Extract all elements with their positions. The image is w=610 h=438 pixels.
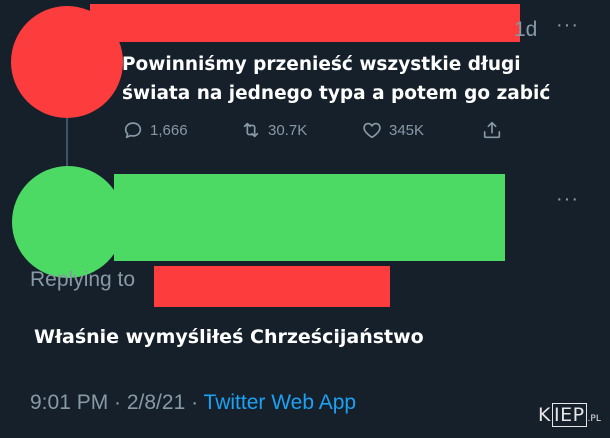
retweet-icon <box>243 122 259 138</box>
watermark-logo: K IEP .PL <box>538 403 601 427</box>
watermark-suffix: .PL <box>587 414 601 424</box>
like-button[interactable]: 345K <box>361 119 424 141</box>
watermark-boxed: IEP <box>551 403 587 427</box>
reply-timestamp[interactable]: 9:01 PM · 2/8/21 · <box>30 391 204 414</box>
more-options-icon[interactable]: ··· <box>556 14 579 37</box>
tweet-time-ago[interactable]: 1d <box>514 18 537 42</box>
share-button[interactable] <box>481 119 503 141</box>
reply-button[interactable]: 1,666 <box>122 119 188 141</box>
replying-to-handle-redacted[interactable] <box>154 266 390 307</box>
retweet-button[interactable]: 30.7K <box>240 119 307 141</box>
reply-icon <box>124 122 142 139</box>
author-name-redacted[interactable] <box>90 4 520 42</box>
watermark-main: K IEP <box>538 403 587 427</box>
like-icon <box>363 122 381 139</box>
reply-text: Właśnie wymyśliłeś Chrześcijaństwo <box>34 326 424 348</box>
like-count: 345K <box>389 121 425 139</box>
tweet-text: Powinniśmy przenieść wszystkie długi świ… <box>122 50 551 108</box>
reply-avatar-redacted[interactable] <box>12 166 124 278</box>
tweet-text-line: świata na jednego typa a potem go zabić <box>122 83 551 104</box>
watermark-k: K <box>538 404 551 426</box>
share-icon <box>483 121 501 139</box>
tweet-text-line: Powinniśmy przenieść wszystkie długi <box>122 54 521 75</box>
reply-more-options-icon[interactable]: ··· <box>556 188 579 211</box>
retweet-count: 30.7K <box>268 121 308 139</box>
reply-author-redacted[interactable] <box>114 174 505 261</box>
reply-meta: 9:01 PM · 2/8/21 · Twitter Web App <box>30 391 356 415</box>
reply-count: 1,666 <box>150 121 188 139</box>
replying-to-label: Replying to <box>30 268 136 291</box>
reply-source-link[interactable]: Twitter Web App <box>204 391 357 414</box>
